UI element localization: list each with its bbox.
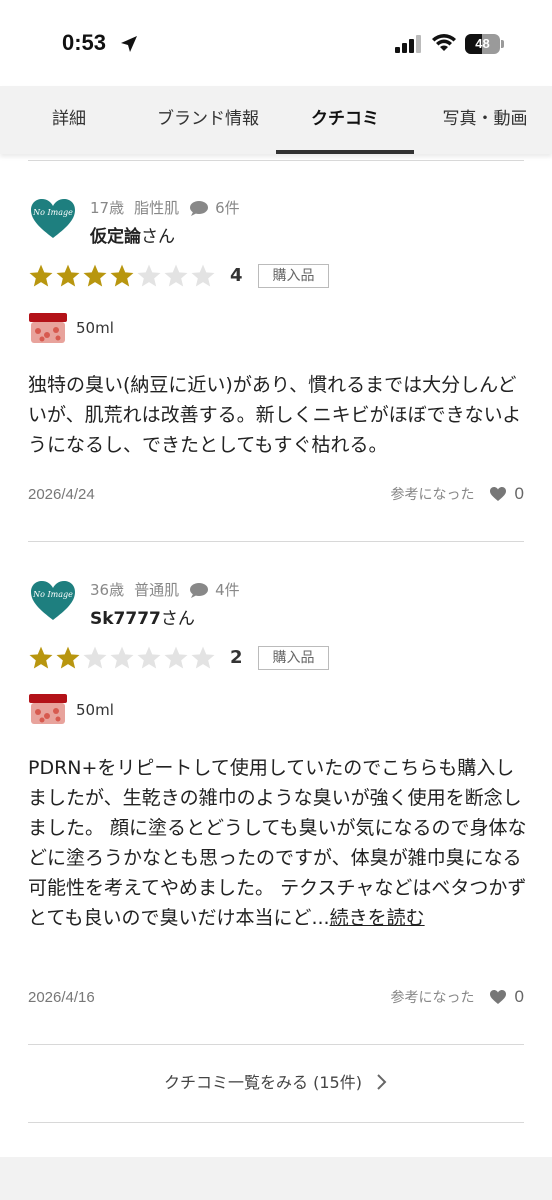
divider xyxy=(28,541,524,542)
view-all-reviews-link[interactable]: クチコミ一覧をみる (15件) xyxy=(0,1062,552,1104)
reviewer-meta: 17歳 脂性肌 6件 xyxy=(90,197,240,218)
reviewer-skin-type: 普通肌 xyxy=(134,581,180,599)
reviewer-skin-type: 脂性肌 xyxy=(134,199,180,217)
star-rating xyxy=(28,263,216,289)
rating-value: 4 xyxy=(230,265,243,286)
helpful-label: 参考になった xyxy=(390,487,475,503)
heart-icon xyxy=(489,990,506,1004)
star-empty-icon xyxy=(110,646,134,669)
honorific: さん xyxy=(160,609,195,629)
star-filled-icon xyxy=(110,264,134,287)
heart-icon xyxy=(489,487,506,501)
star-empty-icon xyxy=(137,646,161,669)
product-volume: 50ml xyxy=(76,319,114,337)
comment-bubble-icon xyxy=(190,582,209,598)
purchased-badge: 購入品 xyxy=(258,646,329,670)
reviewer-age: 17歳 xyxy=(90,199,125,217)
star-empty-icon xyxy=(191,264,215,287)
location-arrow-icon xyxy=(121,36,137,52)
product-thumbnail[interactable] xyxy=(28,311,68,345)
cellular-signal-icon xyxy=(395,35,421,53)
read-more-link[interactable]: 続きを読む xyxy=(330,907,425,929)
battery-level: 48 xyxy=(475,36,490,51)
tab-details[interactable]: 詳細 xyxy=(26,86,112,154)
review-date: 2026/4/24 xyxy=(28,486,95,503)
star-empty-icon xyxy=(164,264,188,287)
reviewer-name[interactable]: 仮定論さん xyxy=(90,222,175,247)
review-text: 独特の臭い(納豆に近い)があり、慣れるまでは大分しんどいが、肌荒れは改善する。新… xyxy=(28,374,522,456)
helpful-button[interactable]: 参考になった 0 xyxy=(391,987,524,1007)
purchased-badge: 購入品 xyxy=(258,264,329,288)
reviewer-review-count: 4件 xyxy=(215,581,240,599)
reviewer-meta: 36歳 普通肌 4件 xyxy=(90,579,240,600)
helpful-count: 0 xyxy=(514,484,524,503)
no-image-avatar-icon[interactable]: No Image xyxy=(30,198,76,240)
product-volume: 50ml xyxy=(76,701,114,719)
reviewer-review-count: 6件 xyxy=(215,199,240,217)
review-body: PDRN+をリピートして使用していたのでこちらも購入しましたが、生乾きの雑巾のよ… xyxy=(28,753,528,933)
star-rating xyxy=(28,645,216,671)
review-date: 2026/4/16 xyxy=(28,989,95,1006)
avatar-label: No Image xyxy=(32,208,73,217)
star-empty-icon xyxy=(164,646,188,669)
star-filled-icon xyxy=(56,264,80,287)
divider xyxy=(28,160,524,161)
star-filled-icon xyxy=(29,646,53,669)
no-image-avatar-icon[interactable]: No Image xyxy=(30,580,76,622)
helpful-label: 参考になった xyxy=(390,990,475,1006)
helpful-count: 0 xyxy=(514,987,524,1006)
battery-indicator: 48 xyxy=(465,34,505,54)
tab-brand-info[interactable]: ブランド情報 xyxy=(146,86,270,154)
review-body: 独特の臭い(納豆に近い)があり、慣れるまでは大分しんどいが、肌荒れは改善する。新… xyxy=(28,370,528,460)
divider xyxy=(28,1122,524,1123)
product-thumbnail[interactable] xyxy=(28,692,68,726)
status-time: 0:53 xyxy=(62,30,107,55)
star-filled-icon xyxy=(56,646,80,669)
star-filled-icon xyxy=(29,264,53,287)
tab-reviews[interactable]: クチコミ xyxy=(276,86,414,154)
reviewer-name-text: 仮定論 xyxy=(90,227,141,247)
star-empty-icon xyxy=(137,264,161,287)
honorific: さん xyxy=(141,227,175,247)
star-empty-icon xyxy=(83,646,107,669)
review-text: PDRN+をリピートして使用していたのでこちらも購入しましたが、生乾きの雑巾のよ… xyxy=(28,757,527,929)
reviewer-name[interactable]: Sk7777さん xyxy=(90,604,195,629)
reviewer-name-text: Sk7777 xyxy=(90,609,161,629)
avatar-label: No Image xyxy=(32,590,73,599)
status-bar: 0:53 48 xyxy=(0,0,552,86)
tab-bar: 詳細 ブランド情報 クチコミ 写真・動画 xyxy=(0,86,552,154)
rating-value: 2 xyxy=(230,647,243,668)
view-all-reviews-label: クチコミ一覧をみる (15件) xyxy=(164,1073,362,1092)
comment-bubble-icon xyxy=(190,200,209,216)
helpful-button[interactable]: 参考になった 0 xyxy=(391,484,524,504)
divider xyxy=(28,1044,524,1045)
chevron-right-icon xyxy=(377,1074,387,1090)
wifi-icon xyxy=(432,34,456,51)
star-filled-icon xyxy=(83,264,107,287)
star-empty-icon xyxy=(191,646,215,669)
reviewer-age: 36歳 xyxy=(90,581,125,599)
bottom-band xyxy=(0,1157,552,1200)
tab-photos-videos[interactable]: 写真・動画 xyxy=(430,86,540,154)
